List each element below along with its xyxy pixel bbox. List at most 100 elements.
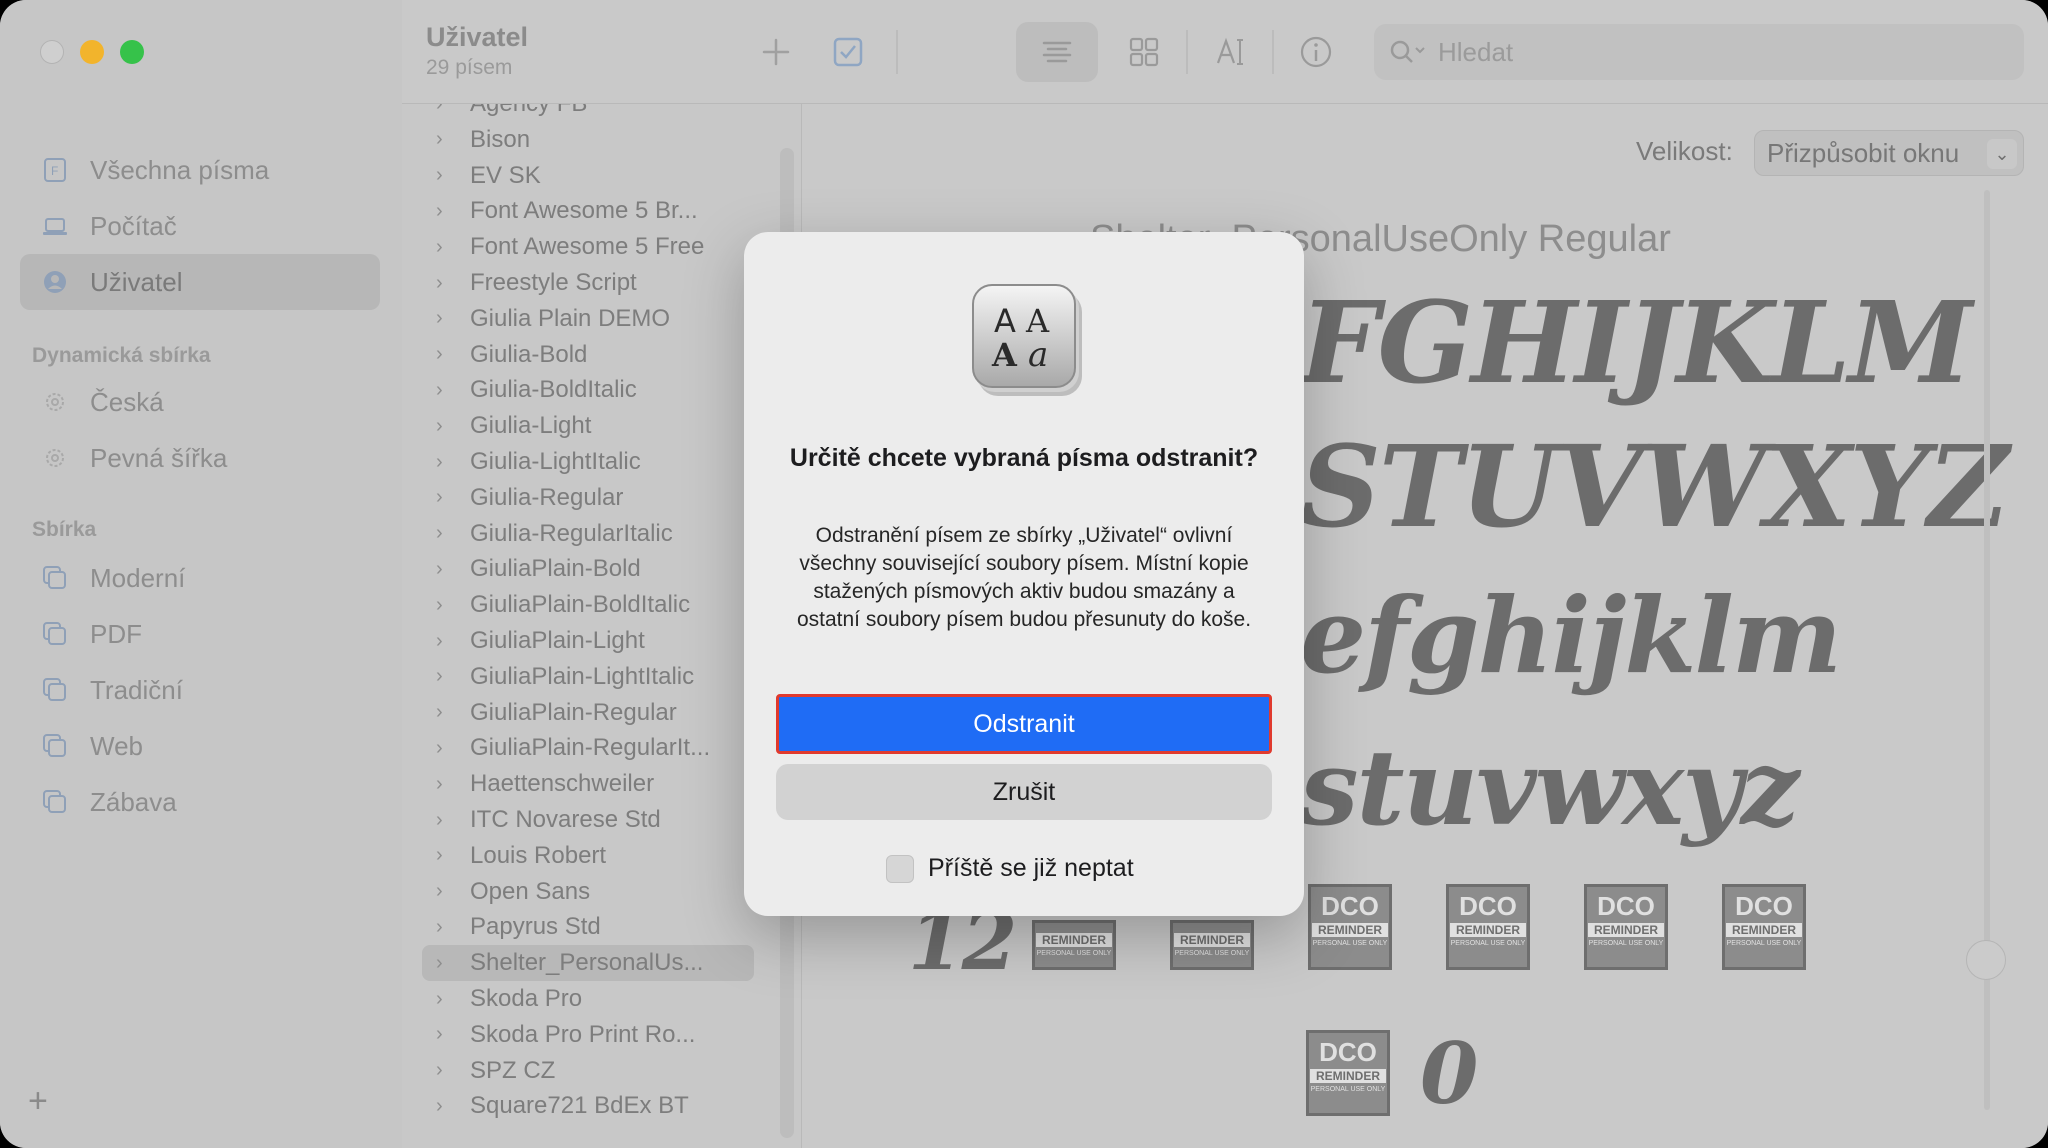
font-family-row[interactable]: › Giulia-LightItalic: [422, 444, 754, 480]
font-family-row[interactable]: › Louis Robert: [422, 838, 754, 874]
font-family-row[interactable]: › Giulia-Light: [422, 408, 754, 444]
chevron-right-icon[interactable]: ›: [436, 200, 450, 223]
chevron-right-icon[interactable]: ›: [436, 558, 450, 581]
chevron-right-icon[interactable]: ›: [436, 737, 450, 760]
svg-text:A: A: [991, 336, 1018, 374]
zoom-window-button[interactable]: [120, 40, 144, 64]
close-window-button[interactable]: [40, 40, 64, 64]
sidebar-item-web[interactable]: Web: [20, 718, 380, 774]
font-family-row[interactable]: › Skoda Pro Print Ro...: [422, 1017, 754, 1053]
font-family-row[interactable]: › Giulia Plain DEMO: [422, 301, 754, 337]
font-family-row[interactable]: › GiuliaPlain-LightItalic: [422, 659, 754, 695]
chevron-right-icon[interactable]: ›: [436, 128, 450, 151]
chevron-right-icon[interactable]: ›: [436, 379, 450, 402]
chevron-right-icon[interactable]: ›: [436, 665, 450, 688]
chevron-right-icon[interactable]: ›: [436, 773, 450, 796]
font-family-row[interactable]: › Square721 BdEx BT: [422, 1088, 754, 1124]
chevron-right-icon[interactable]: ›: [436, 522, 450, 545]
chevron-right-icon[interactable]: ›: [436, 916, 450, 939]
font-family-name: Giulia-Regular: [470, 483, 624, 511]
font-list[interactable]: › Agency FB › Bison › EV SK › Font Awesome 5 Br…: [402, 104, 802, 1148]
font-family-row[interactable]: › GiuliaPlain-Regular: [422, 695, 754, 731]
lines-icon: [1042, 41, 1072, 63]
sidebar-item-modern[interactable]: Moderní: [20, 550, 380, 606]
font-family-row[interactable]: › Papyrus Std: [422, 909, 754, 945]
font-family-row[interactable]: › SPZ CZ: [422, 1053, 754, 1089]
chevron-right-icon[interactable]: ›: [436, 104, 450, 116]
add-font-button[interactable]: [752, 28, 800, 76]
chevron-right-icon[interactable]: ›: [436, 1059, 450, 1082]
minimize-window-button[interactable]: [80, 40, 104, 64]
size-select[interactable]: Přizpůsobit oknu ⌄: [1754, 130, 2024, 176]
chevron-right-icon[interactable]: ›: [436, 952, 450, 975]
font-family-row[interactable]: › ITC Novarese Std: [422, 802, 754, 838]
font-family-row[interactable]: › Bison: [422, 122, 754, 158]
laptop-icon: [42, 213, 68, 239]
preview-lowercase-line-1: efghijklm: [1300, 574, 1842, 697]
font-family-row[interactable]: › Giulia-Regular: [422, 480, 754, 516]
font-family-row[interactable]: › EV SK: [422, 158, 754, 194]
text-cursor-icon: [1216, 37, 1243, 65]
chevron-right-icon[interactable]: ›: [436, 880, 450, 903]
info-button[interactable]: [1290, 28, 1342, 76]
font-family-row[interactable]: › Skoda Pro: [422, 981, 754, 1017]
sidebar-item-user[interactable]: Uživatel: [20, 254, 380, 310]
text-sample-button[interactable]: [1206, 28, 1258, 76]
cancel-button[interactable]: Zrušit: [776, 764, 1272, 820]
sidebar-item-traditional[interactable]: Tradiční: [20, 662, 380, 718]
chevron-right-icon[interactable]: ›: [436, 1023, 450, 1046]
chevron-right-icon[interactable]: ›: [436, 1095, 450, 1118]
font-family-row[interactable]: › GiuliaPlain-Bold: [422, 551, 754, 587]
font-family-row[interactable]: › Shelter_PersonalUs...: [422, 945, 754, 982]
remove-button[interactable]: Odstranit: [776, 694, 1272, 754]
chevron-right-icon[interactable]: ›: [436, 164, 450, 187]
sidebar-item-all-fonts[interactable]: F Všechna písma: [20, 142, 380, 198]
font-family-row[interactable]: › GiuliaPlain-RegularIt...: [422, 730, 754, 766]
preview-size-slider-knob[interactable]: [1966, 940, 2006, 980]
size-value: Přizpůsobit oknu: [1767, 137, 1960, 168]
sidebar-item-fixed-width[interactable]: Pevná šířka: [20, 430, 380, 486]
chevron-right-icon[interactable]: ›: [436, 701, 450, 724]
checkbox-icon: [833, 37, 863, 67]
search-input[interactable]: [1438, 36, 1978, 68]
sidebar-item-fun[interactable]: Zábava: [20, 774, 380, 830]
add-collection-button[interactable]: +: [28, 1082, 48, 1121]
sidebar-item-label: Česká: [90, 386, 164, 417]
chevron-right-icon[interactable]: ›: [436, 307, 450, 330]
sidebar-item-label: Moderní: [90, 562, 186, 593]
font-family-row[interactable]: › Open Sans: [422, 874, 754, 910]
chevron-right-icon[interactable]: ›: [436, 343, 450, 366]
sidebar-item-pdf[interactable]: PDF: [20, 606, 380, 662]
chevron-right-icon[interactable]: ›: [436, 594, 450, 617]
chevron-right-icon[interactable]: ›: [436, 272, 450, 295]
chevron-right-icon[interactable]: ›: [436, 988, 450, 1011]
chevron-right-icon[interactable]: ›: [436, 236, 450, 259]
grid-view-button[interactable]: [1120, 28, 1168, 76]
chevron-right-icon[interactable]: ›: [436, 630, 450, 653]
font-family-row[interactable]: › Haettenschweiler: [422, 766, 754, 802]
chevron-right-icon[interactable]: ›: [436, 415, 450, 438]
dont-ask-again-checkbox[interactable]: [886, 854, 914, 883]
font-family-row[interactable]: › Font Awesome 5 Br...: [422, 193, 754, 229]
sidebar-item-label: Pevná šířka: [90, 442, 228, 473]
font-family-row[interactable]: › Giulia-BoldItalic: [422, 372, 754, 408]
font-family-name: Square721 BdEx BT: [470, 1092, 689, 1120]
font-family-row[interactable]: › Freestyle Script: [422, 265, 754, 301]
font-family-row[interactable]: › Agency FB: [422, 104, 754, 122]
svg-text:F: F: [51, 164, 58, 178]
search-field[interactable]: [1374, 24, 2024, 80]
font-family-row[interactable]: › Giulia-Bold: [422, 337, 754, 373]
dont-ask-again-option[interactable]: Příště se již neptat: [886, 854, 1134, 883]
sidebar-item-czech[interactable]: Česká: [20, 374, 380, 430]
chevron-right-icon[interactable]: ›: [436, 451, 450, 474]
list-view-button[interactable]: [1033, 28, 1081, 76]
chevron-right-icon[interactable]: ›: [436, 809, 450, 832]
font-family-row[interactable]: › GiuliaPlain-BoldItalic: [422, 587, 754, 623]
font-family-row[interactable]: › Font Awesome 5 Free: [422, 229, 754, 265]
chevron-right-icon[interactable]: ›: [436, 486, 450, 509]
font-family-row[interactable]: › Giulia-RegularItalic: [422, 516, 754, 552]
font-family-row[interactable]: › GiuliaPlain-Light: [422, 623, 754, 659]
sidebar-item-computer[interactable]: Počítač: [20, 198, 380, 254]
enable-font-button[interactable]: [824, 28, 872, 76]
chevron-right-icon[interactable]: ›: [436, 844, 450, 867]
